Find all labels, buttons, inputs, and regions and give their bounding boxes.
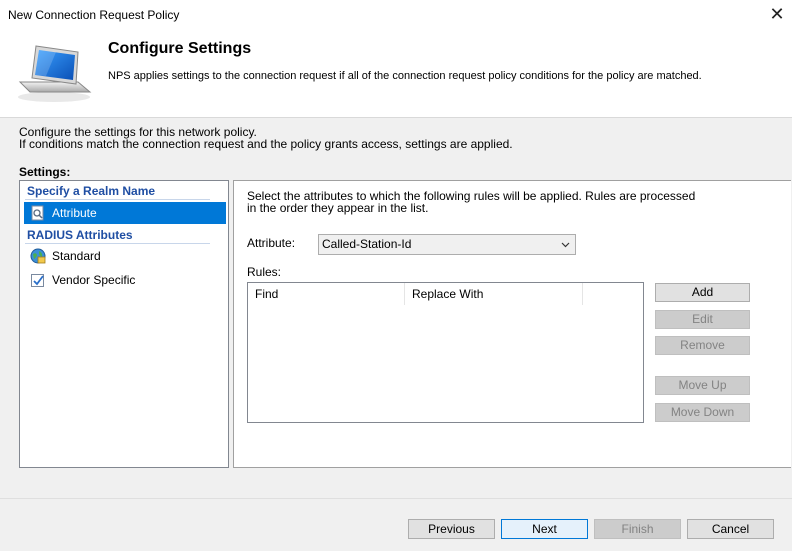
- page-description: NPS applies settings to the connection r…: [108, 70, 702, 82]
- group-realm-name: Specify a Realm Name: [27, 184, 156, 198]
- remove-button[interactable]: Remove: [655, 336, 750, 355]
- move-down-button[interactable]: Move Down: [655, 403, 750, 422]
- close-icon: ✕: [769, 4, 785, 24]
- column-header-replace-with[interactable]: Replace With: [405, 283, 583, 305]
- group-divider: [25, 199, 210, 200]
- panel-description: Select the attributes to which the follo…: [247, 190, 767, 214]
- finish-button[interactable]: Finish: [594, 519, 681, 539]
- intro-line-2: If conditions match the connection reque…: [19, 137, 513, 151]
- attribute-icon: [31, 205, 44, 221]
- nav-item-label: Attribute: [52, 206, 97, 220]
- wizard-footer: Previous Next Finish Cancel: [0, 498, 792, 551]
- move-up-button[interactable]: Move Up: [655, 376, 750, 395]
- group-divider: [25, 243, 210, 244]
- wizard-header: Configure Settings NPS applies settings …: [0, 30, 792, 118]
- chevron-down-icon: [561, 242, 570, 248]
- window-title: New Connection Request Policy: [8, 8, 180, 22]
- close-button[interactable]: ✕: [766, 4, 788, 26]
- attribute-settings-panel: Select the attributes to which the follo…: [233, 180, 791, 468]
- settings-label: Settings:: [19, 165, 71, 179]
- edit-button[interactable]: Edit: [655, 310, 750, 329]
- rules-list[interactable]: Find Replace With: [247, 282, 644, 423]
- previous-button[interactable]: Previous: [408, 519, 495, 539]
- attribute-select-value: Called-Station-Id: [322, 237, 412, 251]
- attribute-select[interactable]: Called-Station-Id: [318, 234, 576, 255]
- intro-text: Configure the settings for this network …: [19, 126, 513, 150]
- rules-label: Rules:: [247, 265, 282, 279]
- attribute-label: Attribute:: [247, 236, 296, 250]
- nav-item-attribute[interactable]: Attribute: [24, 202, 226, 224]
- cancel-button[interactable]: Cancel: [687, 519, 774, 539]
- nav-item-standard[interactable]: Standard: [24, 245, 226, 267]
- group-radius-attributes: RADIUS Attributes: [27, 228, 133, 242]
- nav-item-label: Vendor Specific: [52, 273, 136, 287]
- globe-icon: [30, 248, 46, 264]
- panel-description-line-2: in the order they appear in the list.: [247, 201, 429, 215]
- title-bar: New Connection Request Policy ✕: [0, 0, 792, 30]
- next-button[interactable]: Next: [501, 519, 588, 539]
- vendor-check-icon: [31, 274, 44, 287]
- page-title: Configure Settings: [108, 40, 252, 57]
- nav-item-vendor-specific[interactable]: Vendor Specific: [24, 269, 226, 291]
- settings-nav: Specify a Realm Name Attribute RADIUS At…: [19, 180, 229, 468]
- add-button[interactable]: Add: [655, 283, 750, 302]
- column-header-find[interactable]: Find: [248, 283, 405, 305]
- monitor-network-icon: [18, 45, 92, 102]
- nav-item-label: Standard: [52, 249, 101, 263]
